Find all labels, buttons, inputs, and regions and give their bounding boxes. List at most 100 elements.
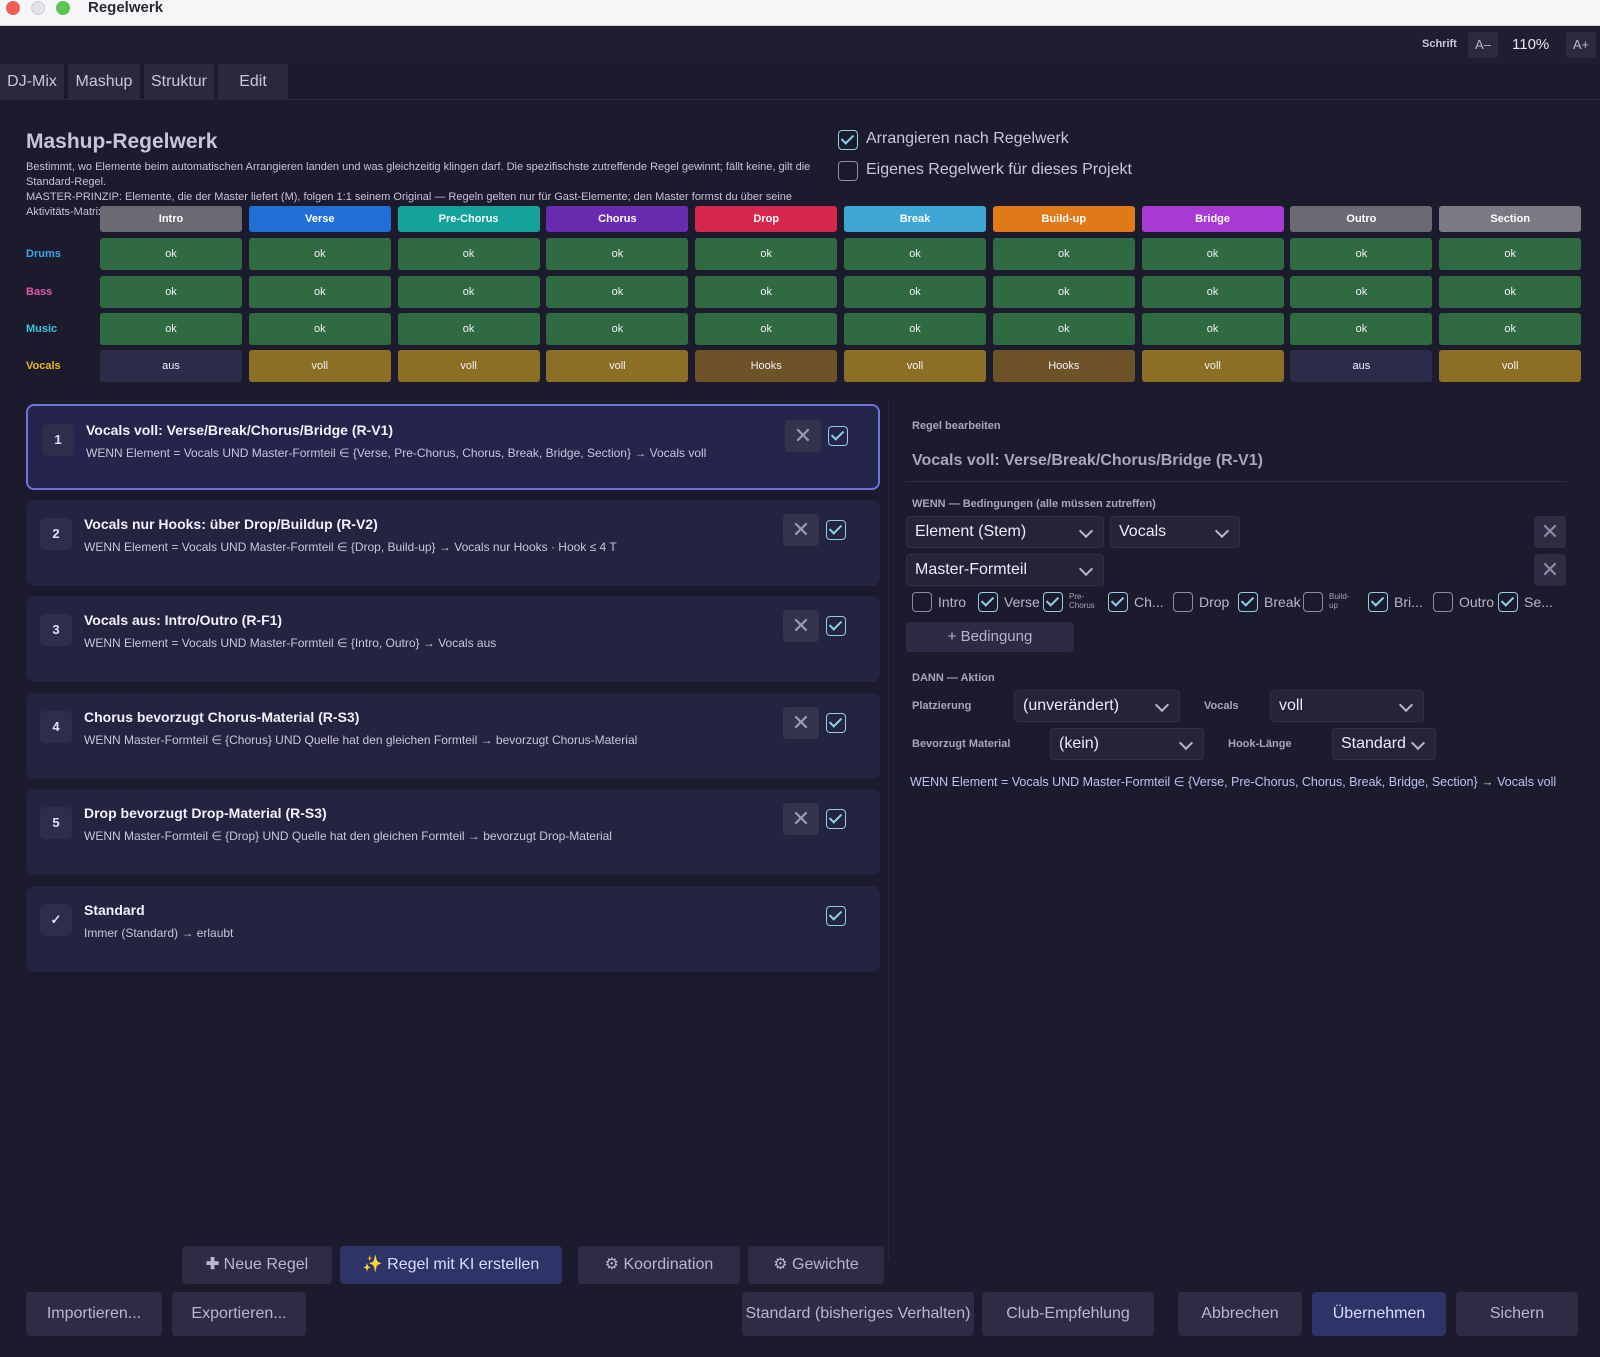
ai-rule-button[interactable]: ✨ Regel mit KI erstellen [340, 1246, 562, 1284]
close-window-button[interactable] [6, 1, 20, 15]
checkbox-unchecked-icon[interactable] [838, 161, 858, 181]
matrix-cell[interactable]: voll [1439, 350, 1582, 382]
coordination-button[interactable]: ⚙ Koordination [578, 1246, 740, 1284]
matrix-cell[interactable]: ok [1439, 238, 1582, 270]
matrix-cell[interactable]: voll [397, 350, 540, 382]
matrix-cell[interactable]: ok [100, 238, 242, 270]
font-increase-button[interactable]: A+ [1566, 32, 1596, 58]
matrix-cell[interactable]: ok [1141, 313, 1284, 345]
matrix-cell[interactable]: voll [248, 350, 391, 382]
matrix-cell[interactable]: ok [1141, 238, 1284, 270]
delete-rule-button[interactable]: ✕ [785, 420, 821, 452]
matrix-cell[interactable]: ok [992, 313, 1135, 345]
checkbox-checked-icon[interactable] [1043, 592, 1063, 612]
matrix-cell[interactable]: ok [546, 276, 689, 308]
matrix-cell[interactable]: ok [546, 238, 689, 270]
matrix-cell[interactable]: ok [695, 238, 838, 270]
matrix-cell[interactable]: ok [844, 276, 986, 308]
checkbox-checked-icon[interactable] [1238, 592, 1258, 612]
tab-dj-mix[interactable]: DJ-Mix [0, 64, 64, 100]
rule-enabled-checkbox[interactable] [826, 906, 846, 926]
matrix-cell[interactable]: ok [1141, 276, 1284, 308]
matrix-cell[interactable]: voll [546, 350, 689, 382]
hook-length-select[interactable]: Standard [1332, 728, 1436, 760]
matrix-cell[interactable]: ok [695, 313, 838, 345]
rule-card[interactable]: 3 Vocals aus: Intro/Outro (R-F1) WENN Elem… [26, 596, 880, 682]
apply-button[interactable]: Übernehmen [1312, 1292, 1446, 1336]
matrix-cell[interactable]: ok [1439, 313, 1582, 345]
vocals-action-select[interactable]: voll [1270, 690, 1424, 722]
matrix-cell[interactable]: ok [546, 313, 689, 345]
matrix-cell[interactable]: ok [248, 238, 391, 270]
matrix-cell[interactable]: aus [1290, 350, 1433, 382]
matrix-cell[interactable]: ok [248, 313, 391, 345]
condition-1-field-select[interactable]: Element (Stem) [906, 516, 1104, 548]
checkbox-checked-icon[interactable] [1108, 592, 1128, 612]
zoom-window-button[interactable] [56, 1, 70, 15]
matrix-cell[interactable]: ok [844, 313, 986, 345]
rule-card[interactable]: 1 Vocals voll: Verse/Break/Chorus/Bridge … [26, 404, 880, 490]
matrix-cell[interactable]: voll [844, 350, 986, 382]
matrix-cell[interactable]: ok [992, 238, 1135, 270]
remove-condition-1-button[interactable]: ✕ [1534, 516, 1566, 548]
rule-card[interactable]: 2 Vocals nur Hooks: über Drop/Buildup (R-… [26, 500, 880, 586]
condition-2-field-select[interactable]: Master-Formteil [906, 554, 1104, 586]
rule-card[interactable]: 5 Drop bevorzugt Drop-Material (R-S3) WENN… [26, 789, 880, 875]
matrix-cell[interactable]: ok [992, 276, 1135, 308]
matrix-cell[interactable]: ok [844, 238, 986, 270]
rule-enabled-checkbox[interactable] [828, 426, 848, 446]
checkbox-checked-icon[interactable] [978, 592, 998, 612]
checkbox-checked-icon[interactable] [1498, 592, 1518, 612]
tab-edit[interactable]: Edit [218, 64, 288, 100]
delete-rule-button[interactable]: ✕ [783, 610, 819, 642]
rule-card[interactable]: ✓ Standard Immer (Standard) → erlaubt [26, 886, 880, 972]
checkbox-checked-icon[interactable] [1368, 592, 1388, 612]
export-button[interactable]: Exportieren... [172, 1292, 306, 1336]
save-button[interactable]: Sichern [1456, 1292, 1578, 1336]
rule-name-input[interactable]: Vocals voll: Verse/Break/Chorus/Bridge (… [906, 446, 1566, 482]
matrix-cell[interactable]: Hooks [992, 350, 1135, 382]
new-rule-button[interactable]: ✚ Neue Regel [182, 1246, 332, 1284]
checkbox-unchecked-icon[interactable] [1173, 592, 1193, 612]
checkbox-unchecked-icon[interactable] [912, 592, 932, 612]
matrix-cell[interactable]: ok [100, 276, 242, 308]
checkbox-checked-icon[interactable] [838, 130, 858, 150]
matrix-cell[interactable]: ok [1290, 238, 1433, 270]
club-recommendation-button[interactable]: Club-Empfehlung [982, 1292, 1154, 1336]
font-decrease-button[interactable]: A– [1468, 32, 1498, 58]
matrix-cell[interactable]: ok [1290, 276, 1433, 308]
default-behavior-button[interactable]: Standard (bisheriges Verhalten) [742, 1292, 974, 1336]
tab-struktur[interactable]: Struktur [144, 64, 214, 100]
matrix-cell[interactable]: voll [1141, 350, 1284, 382]
rule-enabled-checkbox[interactable] [826, 520, 846, 540]
matrix-cell[interactable]: ok [397, 276, 540, 308]
placement-select[interactable]: (unverändert) [1014, 690, 1180, 722]
matrix-cell[interactable]: ok [695, 276, 838, 308]
matrix-cell[interactable]: ok [397, 313, 540, 345]
material-select[interactable]: (kein) [1050, 728, 1204, 760]
cancel-button[interactable]: Abbrechen [1178, 1292, 1302, 1336]
tab-mashup[interactable]: Mashup [68, 64, 140, 100]
matrix-cell[interactable]: aus [100, 350, 242, 382]
matrix-cell[interactable]: ok [100, 313, 242, 345]
delete-rule-button[interactable]: ✕ [783, 514, 819, 546]
rule-enabled-checkbox[interactable] [826, 809, 846, 829]
matrix-cell[interactable]: Hooks [695, 350, 838, 382]
rule-enabled-checkbox[interactable] [826, 616, 846, 636]
import-button[interactable]: Importieren... [26, 1292, 162, 1336]
matrix-cell[interactable]: ok [248, 276, 391, 308]
rule-enabled-checkbox[interactable] [826, 713, 846, 733]
checkbox-unchecked-icon[interactable] [1433, 592, 1453, 612]
rule-card[interactable]: 4 Chorus bevorzugt Chorus-Material (R-S3)… [26, 693, 880, 779]
matrix-cell[interactable]: ok [1439, 276, 1582, 308]
delete-rule-button[interactable]: ✕ [783, 707, 819, 739]
checkbox-unchecked-icon[interactable] [1303, 592, 1323, 612]
delete-rule-button[interactable]: ✕ [783, 803, 819, 835]
remove-condition-2-button[interactable]: ✕ [1534, 554, 1566, 586]
matrix-cell[interactable]: ok [397, 238, 540, 270]
condition-1-value-select[interactable]: Vocals [1110, 516, 1240, 548]
minimize-window-button[interactable] [31, 1, 45, 15]
weights-button[interactable]: ⚙ Gewichte [748, 1246, 884, 1284]
add-condition-button[interactable]: + Bedingung [906, 622, 1074, 652]
matrix-cell[interactable]: ok [1290, 313, 1433, 345]
